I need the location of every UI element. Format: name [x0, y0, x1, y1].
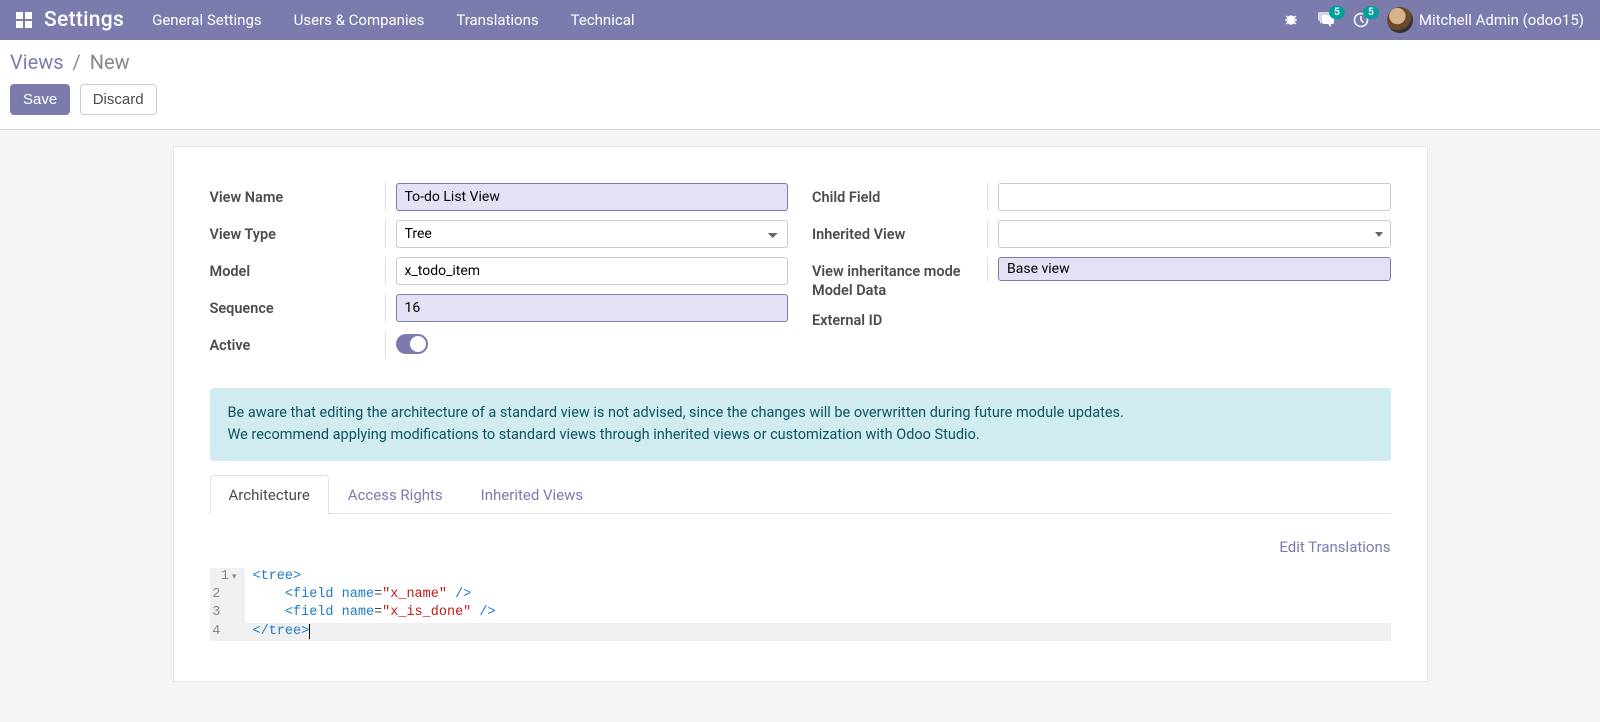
label-model: Model: [210, 257, 385, 280]
model-input[interactable]: [396, 257, 789, 285]
discard-button[interactable]: Discard: [80, 84, 157, 115]
user-menu[interactable]: Mitchell Admin (odoo15): [1387, 7, 1584, 33]
label-inheritance-mode: View inheritance mode: [812, 257, 987, 280]
discuss-icon[interactable]: 5: [1317, 12, 1335, 28]
control-panel: Views / New Save Discard: [0, 40, 1600, 129]
inherited-view-input[interactable]: [998, 220, 1391, 248]
label-external-id: External ID: [812, 306, 987, 329]
activities-icon[interactable]: 5: [1353, 12, 1369, 28]
label-view-name: View Name: [210, 183, 385, 206]
tab-access-rights[interactable]: Access Rights: [329, 475, 462, 514]
tab-architecture[interactable]: Architecture: [210, 475, 329, 514]
fold-icon[interactable]: ▾: [232, 572, 237, 582]
label-model-data: Model Data: [812, 282, 987, 299]
menu-technical[interactable]: Technical: [571, 11, 635, 29]
label-view-type: View Type: [210, 220, 385, 243]
view-type-select[interactable]: Tree: [396, 220, 789, 248]
avatar-icon: [1387, 7, 1413, 33]
active-toggle[interactable]: [396, 334, 428, 354]
save-button[interactable]: Save: [10, 84, 70, 115]
architecture-warning: Be aware that editing the architecture o…: [210, 388, 1391, 461]
label-active: Active: [210, 331, 385, 354]
edit-translations-link[interactable]: Edit Translations: [210, 538, 1391, 556]
arch-code-editor[interactable]: 1▾ <tree> 2 <field name="x_name" /> 3 <f…: [210, 568, 1391, 641]
child-field-input[interactable]: [998, 183, 1391, 211]
debug-icon[interactable]: [1283, 12, 1299, 28]
app-brand: Settings: [44, 8, 124, 32]
form-sheet: View Name View Type Tree Model: [173, 146, 1428, 682]
sequence-input[interactable]: [396, 294, 789, 322]
inheritance-mode-select[interactable]: Base view: [998, 257, 1391, 281]
top-navbar: Settings General Settings Users & Compan…: [0, 0, 1600, 40]
label-child-field: Child Field: [812, 183, 987, 206]
label-inherited-view: Inherited View: [812, 220, 987, 243]
menu-general-settings[interactable]: General Settings: [152, 11, 262, 29]
apps-icon[interactable]: [16, 12, 32, 28]
user-name: Mitchell Admin (odoo15): [1419, 11, 1584, 29]
main-menu: General Settings Users & Companies Trans…: [152, 11, 634, 29]
notebook-tabs: Architecture Access Rights Inherited Vie…: [210, 475, 1391, 514]
breadcrumb-views[interactable]: Views: [10, 50, 64, 74]
view-name-input[interactable]: [396, 183, 789, 211]
discuss-badge: 5: [1329, 6, 1345, 19]
breadcrumb-current: New: [90, 50, 130, 74]
menu-users-companies[interactable]: Users & Companies: [294, 11, 425, 29]
breadcrumb: Views / New: [10, 50, 1590, 74]
label-sequence: Sequence: [210, 294, 385, 317]
menu-translations[interactable]: Translations: [456, 11, 538, 29]
activities-badge: 5: [1363, 6, 1379, 19]
tab-inherited-views[interactable]: Inherited Views: [462, 475, 603, 514]
